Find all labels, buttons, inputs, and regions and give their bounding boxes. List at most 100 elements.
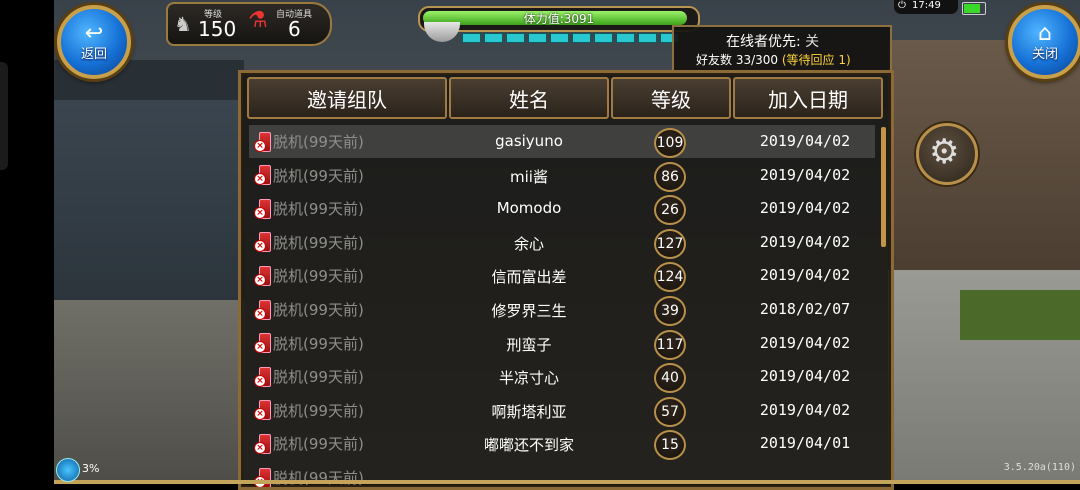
friend-list-panel: 邀请组队 姓名 等级 加入日期 × 脱机(99天前) gasiyuno 109 2019…: [238, 70, 894, 490]
offline-phone-icon: ×: [254, 333, 271, 354]
header-level[interactable]: 等级: [611, 77, 731, 119]
settings-button[interactable]: ⚙: [916, 123, 978, 185]
friend-level-badge: 109: [654, 128, 686, 158]
header-join-date[interactable]: 加入日期: [733, 77, 883, 119]
offline-phone-icon: ×: [254, 131, 271, 152]
online-priority-line: 在线者优先: 关: [726, 31, 819, 51]
join-date: 2018/02/07: [759, 300, 851, 318]
status-text: 脱机(99天前): [273, 368, 364, 387]
network-icon: [56, 458, 80, 482]
header-invite-party[interactable]: 邀请组队: [247, 77, 447, 119]
stamina-segment: [638, 33, 657, 43]
player-stat-panel: 等级 ♞ 150 ⚗ 自动道具 6: [166, 2, 332, 46]
status-text: 脱机(99天前): [273, 233, 364, 252]
status-text: 脱机(99天前): [273, 133, 364, 151]
building-left: [54, 90, 244, 300]
friend-row[interactable]: × 脱机(99天前) 啊斯塔利亚 57 2019/04/02: [249, 394, 875, 427]
invite-status[interactable]: ×脱机(99天前): [254, 333, 364, 354]
level-icon: ♞: [174, 12, 192, 36]
stamina-segment: [550, 33, 569, 43]
table-header: 邀请组队 姓名 等级 加入日期: [247, 77, 883, 119]
friend-name: 刑蛮子: [506, 335, 552, 354]
join-date: 2019/04/01: [759, 434, 851, 453]
version-text: 3.5.20a(110): [1003, 462, 1076, 473]
online-priority-value[interactable]: 关: [805, 34, 819, 50]
close-label: 关闭: [1031, 46, 1058, 62]
friend-level-badge: 57: [654, 396, 686, 427]
online-priority-label: 在线者优先:: [726, 34, 801, 50]
invite-status[interactable]: ×脱机(99天前): [254, 265, 364, 286]
friend-row[interactable]: × 脱机(99天前) Momodo 26 2019/04/02: [249, 192, 875, 226]
close-button[interactable]: ⌂ 关闭: [1008, 5, 1080, 79]
device-edge: [0, 0, 54, 484]
friend-name: 信而富出差: [491, 268, 567, 287]
back-button[interactable]: ↩ 返回: [57, 5, 131, 79]
level-value: 150: [198, 17, 237, 41]
invite-status[interactable]: ×脱机(99天前): [254, 131, 364, 152]
ground-left: [54, 300, 244, 484]
friend-row[interactable]: × 脱机(99天前) 嘟嘟还不到家 15 2019/04/01: [249, 427, 875, 461]
bottom-border: [54, 480, 1080, 484]
stamina-segments: [462, 33, 679, 43]
stamina-text: 体力值:3091: [523, 12, 595, 26]
join-date: 2019/04/02: [759, 266, 851, 285]
friend-name: mii酱: [510, 167, 548, 186]
join-date: 2019/04/02: [759, 165, 851, 184]
friend-name: 啊斯塔利亚: [491, 402, 567, 421]
friend-name: Momodo: [496, 199, 562, 218]
invite-status[interactable]: ×脱机(99天前): [254, 232, 364, 253]
battery-icon: [962, 2, 986, 15]
scrollbar[interactable]: [881, 127, 886, 247]
stamina-segment: [572, 33, 591, 43]
friend-name: 嘟嘟还不到家: [483, 436, 574, 455]
stamina-segment: [506, 33, 525, 43]
friend-row[interactable]: × 脱机(99天前) gasiyuno 109 2019/04/02: [249, 125, 875, 158]
clock-text: 17:49: [912, 0, 941, 11]
header-name[interactable]: 姓名: [449, 77, 609, 119]
offline-phone-icon: ×: [254, 400, 271, 421]
clock-pill: ⏻ 17:49: [894, 0, 958, 14]
invite-status[interactable]: ×脱机(99天前): [254, 299, 364, 320]
status-text: 脱机(99天前): [273, 301, 364, 319]
stamina-segment: [462, 33, 481, 43]
friend-row[interactable]: × 脱机(99天前) 信而富出差 124 2019/04/02: [249, 259, 875, 293]
friend-name: 半凉寸心: [498, 369, 559, 388]
offline-phone-icon: ×: [254, 299, 271, 320]
status-text: 脱机(99天前): [273, 200, 364, 219]
invite-status[interactable]: ×脱机(99天前): [254, 400, 364, 421]
status-text: 脱机(99天前): [273, 334, 364, 353]
friend-level-badge: 117: [654, 329, 686, 360]
stamina-segment: [616, 33, 635, 43]
network-percent: 3%: [82, 462, 100, 475]
potion-icon: ⚗: [248, 8, 268, 33]
join-date: 2019/04/02: [759, 132, 851, 150]
online-priority-box[interactable]: 在线者优先: 关 好友数 33/300 (等待回应 1): [672, 25, 892, 73]
status-text: 脱机(99天前): [273, 401, 364, 420]
invite-status[interactable]: ×脱机(99天前): [254, 165, 364, 186]
invite-status[interactable]: ×脱机(99天前): [254, 366, 364, 387]
pending-requests[interactable]: (等待回应 1): [782, 53, 851, 67]
join-date: 2019/04/02: [759, 367, 851, 386]
friend-row[interactable]: × 脱机(99天前) 修罗界三生 39 2018/02/07: [249, 293, 875, 326]
friend-row[interactable]: × 脱机(99天前) mii酱 86 2019/04/02: [249, 159, 875, 192]
clock-icon: ⏻: [898, 0, 906, 11]
gear-icon: ⚙: [929, 132, 960, 172]
friend-row[interactable]: × 脱机(99天前) 余心 127 2019/04/02: [249, 226, 875, 259]
friend-row[interactable]: × 脱机(99天前) 刑蛮子 117 2019/04/02: [249, 327, 875, 360]
friend-row[interactable]: × 脱机(99天前) 半凉寸心 40 2019/04/02: [249, 360, 875, 394]
invite-status[interactable]: ×脱机(99天前): [254, 467, 364, 487]
friend-level-badge: 39: [654, 296, 686, 326]
status-text: 脱机(99天前): [273, 166, 364, 185]
join-date: 2019/04/02: [759, 400, 851, 419]
join-date: 2019/04/02: [759, 199, 851, 218]
invite-status[interactable]: ×脱机(99天前): [254, 433, 364, 454]
friend-count: 好友数 33/300: [696, 53, 779, 67]
back-arrow-icon: ↩: [84, 20, 104, 46]
friend-name: gasiyuno: [495, 132, 563, 150]
invite-status[interactable]: ×脱机(99天前): [254, 198, 364, 219]
friend-rows[interactable]: × 脱机(99天前) gasiyuno 109 2019/04/02 × 脱机(99天前) m…: [249, 125, 875, 487]
offline-phone-icon: ×: [254, 265, 271, 286]
friend-level-badge: 86: [654, 161, 686, 192]
friend-level-badge: 40: [654, 363, 686, 394]
friend-level-badge: 124: [654, 262, 686, 293]
